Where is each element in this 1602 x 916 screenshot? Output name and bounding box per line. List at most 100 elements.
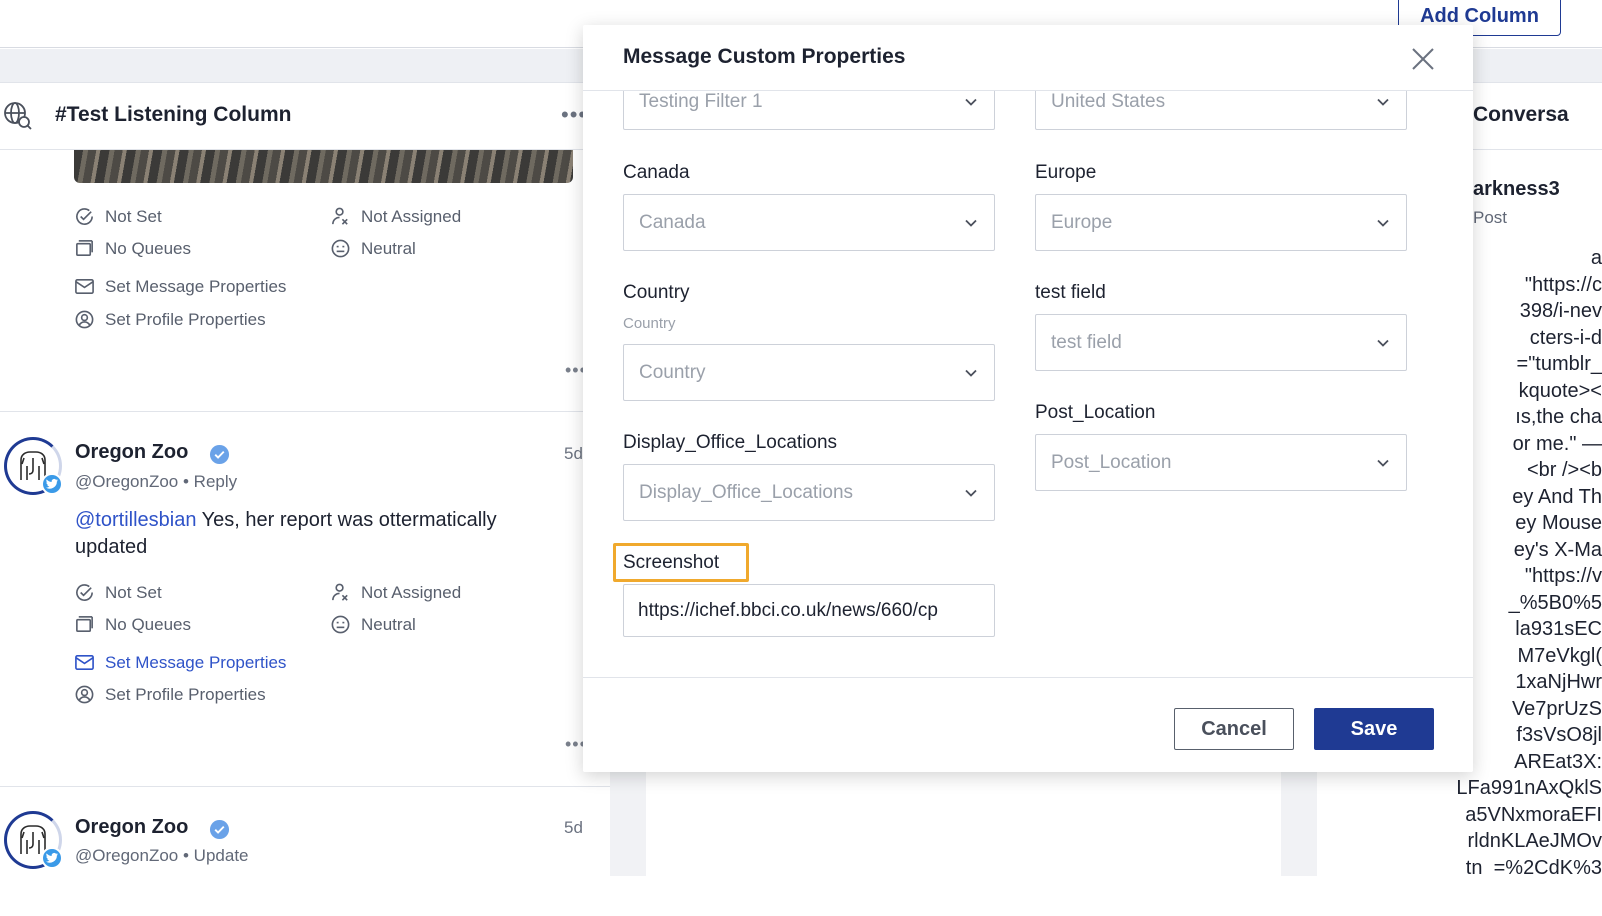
set-profile-properties-link[interactable]: Set Profile Properties [74, 309, 266, 330]
status-icon [76, 208, 93, 225]
dialog-body: Testing Filter 1 United States Canada Ca… [583, 91, 1473, 677]
queues-no-queues[interactable]: No Queues [74, 614, 191, 635]
status-not-set[interactable]: Not Set [74, 582, 162, 603]
test-field-label: test field [1035, 282, 1106, 303]
raw-text-line: tn_=%2CdK%3 [1465, 856, 1602, 877]
author-handle: @OregonZoo • Update [75, 846, 249, 865]
author-name[interactable]: Oregon Zoo [75, 816, 188, 839]
assignee-label: Not Assigned [361, 582, 462, 602]
sentiment-label: Neutral [361, 238, 416, 258]
europe-label: Europe [1035, 162, 1097, 183]
dialog-title: Message Custom Properties [623, 45, 906, 68]
dialog-header: Message Custom Properties [583, 25, 1473, 91]
canada-select[interactable]: Canada [623, 194, 995, 251]
twitter-bird-icon [46, 478, 58, 489]
twitter-bird-icon [46, 852, 58, 863]
verified-icon [209, 819, 230, 840]
sentiment-neutral[interactable]: Neutral [330, 238, 416, 259]
select-placeholder: Country [639, 362, 706, 383]
set-message-properties-label: Set Message Properties [105, 652, 287, 672]
column-title: #Test Listening Column [55, 103, 292, 126]
handle-text: @OregonZoo [75, 472, 179, 491]
mention-link[interactable]: @tortillesbian [75, 509, 196, 531]
profile-icon [75, 685, 94, 704]
select-placeholder: Canada [639, 212, 706, 233]
select-placeholder: test field [1051, 332, 1122, 353]
avatar[interactable] [4, 811, 63, 869]
listening-globe-icon [4, 102, 32, 130]
assignee-icon [332, 583, 348, 601]
column-gutter [1281, 772, 1317, 876]
select-placeholder: Testing Filter 1 [639, 91, 763, 112]
twitter-badge [41, 847, 63, 869]
message-custom-properties-dialog: Message Custom Properties Testing Filter… [583, 25, 1473, 772]
close-icon[interactable] [1409, 45, 1437, 73]
chevron-down-icon [1377, 459, 1389, 467]
united-states-select[interactable]: United States [1035, 91, 1407, 130]
card-divider [0, 411, 610, 412]
assignee-not-assigned[interactable]: Not Assigned [330, 206, 461, 227]
chevron-down-icon [965, 219, 977, 227]
display-office-locations-label: Display_Office_Locations [623, 432, 838, 453]
display-office-locations-select[interactable]: Display_Office_Locations [623, 464, 995, 521]
queue-icon [76, 240, 93, 256]
cancel-button[interactable]: Cancel [1174, 708, 1294, 750]
screenshot-url-input[interactable] [623, 584, 995, 637]
sentiment-label: Neutral [361, 614, 416, 634]
post-location-label: Post_Location [1035, 402, 1156, 423]
envelope-icon [75, 655, 94, 670]
conversation-kind: Post [1473, 208, 1508, 227]
status-not-set[interactable]: Not Set [74, 206, 162, 227]
post-kind: Update [193, 846, 249, 865]
avatar[interactable] [4, 437, 63, 495]
test-field-select[interactable]: test field [1035, 314, 1407, 371]
set-message-properties-label: Set Message Properties [105, 276, 287, 296]
post-image[interactable] [74, 150, 573, 183]
assignee-label: Not Assigned [361, 206, 462, 226]
handle-text: @OregonZoo [75, 846, 179, 865]
set-message-properties-link[interactable]: Set Message Properties [74, 652, 286, 673]
chevron-down-icon [965, 98, 977, 106]
set-profile-properties-label: Set Profile Properties [105, 684, 266, 704]
column-gutter [610, 772, 646, 876]
sentiment-neutral[interactable]: Neutral [330, 614, 416, 635]
post-text: @tortillesbian Yes, her report was otter… [75, 507, 565, 561]
dialog-footer: Cancel Save [583, 677, 1473, 772]
envelope-icon [75, 279, 94, 294]
post-kind: Reply [193, 472, 238, 491]
card-divider [0, 786, 610, 787]
queues-no-queues[interactable]: No Queues [74, 238, 191, 259]
verified-icon [209, 444, 230, 465]
country-hint: Country [623, 315, 676, 332]
screenshot-label: Screenshot [623, 552, 720, 573]
queues-label: No Queues [105, 238, 191, 258]
post-age: 5d [564, 444, 583, 463]
neutral-face-icon [331, 615, 350, 634]
author-handle: @OregonZoo • Reply [75, 472, 238, 491]
profile-icon [75, 310, 94, 329]
neutral-face-icon [331, 239, 350, 258]
raw-text-line: LFa991nAxQklS [1456, 777, 1602, 799]
raw-text-line: a5VNxmoraEFI [1465, 803, 1602, 826]
save-button[interactable]: Save [1314, 708, 1434, 750]
queues-label: No Queues [105, 614, 191, 634]
conversation-author[interactable]: arkness3 [1473, 178, 1560, 201]
testing-filter-select[interactable]: Testing Filter 1 [623, 91, 995, 130]
set-message-properties-link[interactable]: Set Message Properties [74, 276, 286, 297]
set-profile-properties-link[interactable]: Set Profile Properties [74, 684, 266, 705]
queue-icon [76, 616, 93, 632]
post-location-select[interactable]: Post_Location [1035, 434, 1407, 491]
select-placeholder: Europe [1051, 212, 1113, 233]
status-icon [76, 584, 93, 601]
assignee-not-assigned[interactable]: Not Assigned [330, 582, 461, 603]
chevron-down-icon [1377, 339, 1389, 347]
country-select[interactable]: Country [623, 344, 995, 401]
twitter-badge [41, 473, 63, 495]
canada-label: Canada [623, 162, 690, 183]
europe-select[interactable]: Europe [1035, 194, 1407, 251]
raw-text-line: rldnKLAeJMOv [1467, 830, 1602, 852]
author-name[interactable]: Oregon Zoo [75, 441, 188, 464]
country-label: Country [623, 282, 690, 303]
chevron-down-icon [1377, 219, 1389, 227]
set-profile-properties-label: Set Profile Properties [105, 309, 266, 329]
